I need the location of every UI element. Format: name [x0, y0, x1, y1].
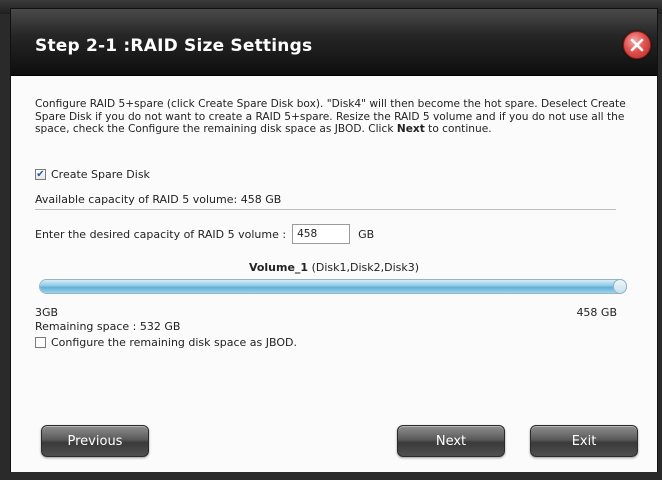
volume-label: Volume_1 (Disk1,Disk2,Disk3): [11, 261, 657, 274]
instructions-next-bold: Next: [396, 123, 425, 135]
capacity-slider-handle[interactable]: [613, 279, 627, 294]
capacity-slider-fill: [40, 280, 626, 293]
spare-disk-row: ✔ Create Spare Disk: [35, 168, 150, 181]
raid-settings-dialog: Step 2-1 :RAID Size Settings Configure R…: [10, 8, 658, 478]
capacity-label: Enter the desired capacity of RAID 5 vol…: [35, 227, 287, 241]
next-button[interactable]: Next: [397, 425, 505, 457]
capacity-unit: GB: [358, 227, 375, 241]
previous-button[interactable]: Previous: [41, 425, 149, 457]
background-bottom: [0, 472, 662, 480]
close-button[interactable]: [623, 31, 651, 59]
create-spare-disk-checkbox[interactable]: ✔: [35, 169, 46, 180]
jbod-checkbox[interactable]: [35, 337, 46, 348]
jbod-row: Configure the remaining disk space as JB…: [35, 336, 297, 349]
dialog-title: Step 2-1 :RAID Size Settings: [35, 36, 313, 56]
available-capacity-row: Available capacity of RAID 5 volume: 458…: [35, 193, 281, 206]
dialog-content: Configure RAID 5+spare (click Create Spa…: [11, 76, 657, 477]
section-divider: [35, 209, 616, 210]
slider-max-label: 458 GB: [576, 306, 617, 319]
slider-min-label: 3GB: [35, 306, 59, 319]
instructions-part-end: to continue.: [424, 123, 492, 135]
capacity-slider-track[interactable]: [39, 279, 627, 294]
exit-button[interactable]: Exit: [530, 425, 638, 457]
instructions-text: Configure RAID 5+spare (click Create Spa…: [35, 98, 635, 136]
close-icon: [630, 38, 644, 52]
instructions-part: Configure RAID 5+spare (click Create Spa…: [35, 98, 626, 135]
available-capacity-text: Available capacity of RAID 5 volume: 458…: [35, 193, 282, 206]
remaining-space-text: Remaining space : 532 GB: [35, 320, 181, 333]
volume-disks: (Disk1,Disk2,Disk3): [308, 261, 420, 274]
create-spare-disk-label: Create Spare Disk: [51, 168, 150, 181]
jbod-label: Configure the remaining disk space as JB…: [51, 336, 297, 349]
capacity-input-row: Enter the desired capacity of RAID 5 vol…: [35, 224, 374, 244]
capacity-input[interactable]: [292, 224, 351, 244]
dialog-titlebar: Step 2-1 :RAID Size Settings: [11, 9, 657, 76]
volume-name: Volume_1: [248, 261, 309, 274]
